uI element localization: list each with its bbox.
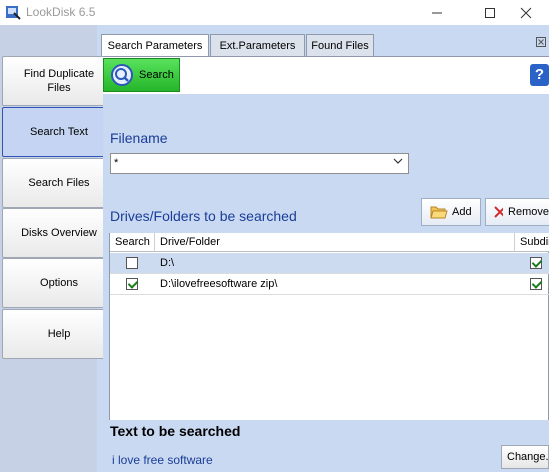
nav-options[interactable]: Options: [2, 258, 116, 308]
nav-search-files-label: Search Files: [28, 177, 90, 189]
column-header-subdirs[interactable]: Subdir: [515, 233, 549, 252]
tab-found-files[interactable]: Found Files: [306, 34, 374, 56]
nav-search-text[interactable]: Search Text: [2, 107, 116, 157]
nav-search-text-label: Search Text: [30, 126, 88, 138]
remove-icon: [494, 206, 504, 218]
search-icon: [111, 64, 133, 86]
nav-help-label: Help: [47, 328, 71, 340]
change-button-label: Change...: [507, 451, 549, 463]
close-icon: [520, 7, 532, 18]
folders-heading: Drives/Folders to be searched: [110, 208, 297, 224]
text-search-heading: Text to be searched: [110, 423, 241, 439]
remove-folder-button[interactable]: Remove: [485, 198, 549, 226]
row-subdirs-checkbox[interactable]: [530, 278, 542, 290]
row-folder-path: D:\ilovefreesoftware zip\: [160, 278, 278, 290]
window-title: LookDisk 6.5: [26, 5, 96, 19]
filename-value: *: [114, 157, 119, 169]
nav-search-files[interactable]: Search Files: [2, 158, 116, 208]
search-button-label: Search: [139, 69, 174, 81]
nav-find-duplicate-line2: Files: [47, 82, 71, 94]
add-folder-button[interactable]: Add: [421, 198, 481, 226]
filename-heading: Filename: [110, 130, 168, 146]
change-button[interactable]: Change...: [501, 445, 549, 469]
chevron-down-icon[interactable]: [393, 157, 403, 168]
tab-ext-parameters-label: Ext.Parameters: [219, 39, 296, 52]
table-row[interactable]: D:\ilovefreesoftware zip\: [110, 274, 549, 295]
nav-help[interactable]: Help: [2, 309, 116, 359]
text-search-value[interactable]: i love free software: [112, 453, 213, 467]
row-subdirs-checkbox[interactable]: [530, 257, 542, 269]
folder-open-icon: [430, 206, 448, 219]
search-button[interactable]: Search: [103, 58, 180, 92]
nav-disks-overview[interactable]: Disks Overview: [2, 208, 116, 258]
minimize-icon: [432, 12, 442, 13]
app-icon: [6, 6, 21, 20]
nav-options-label: Options: [40, 277, 78, 289]
nav-find-duplicate-files[interactable]: Find Duplicate Files: [2, 56, 116, 106]
row-folder-path: D:\: [160, 257, 175, 269]
row-search-checkbox[interactable]: [126, 257, 138, 269]
tab-found-files-label: Found Files: [311, 39, 369, 52]
add-label: Add: [452, 206, 472, 218]
remove-label: Remove: [508, 206, 549, 218]
minimize-button[interactable]: [414, 0, 460, 25]
nav-buttons: Find Duplicate Files Search Text Search F…: [0, 25, 118, 472]
help-icon[interactable]: ?: [530, 64, 549, 86]
maximize-icon: [485, 7, 495, 18]
tab-search-parameters-label: Search Parameters: [107, 39, 203, 52]
row-search-checkbox[interactable]: [126, 278, 138, 290]
close-window-button[interactable]: [503, 0, 549, 25]
tab-search-parameters[interactable]: Search Parameters: [101, 34, 209, 56]
column-header-search[interactable]: Search: [110, 233, 155, 252]
tab-ext-parameters[interactable]: Ext.Parameters: [210, 34, 305, 56]
column-header-drive-folder[interactable]: Drive/Folder: [155, 233, 515, 252]
filename-select[interactable]: [110, 153, 409, 174]
tab-close-button[interactable]: [536, 37, 548, 49]
nav-find-duplicate-line1: Find Duplicate: [23, 68, 95, 80]
close-tab-icon: [536, 37, 546, 47]
nav-disks-overview-label: Disks Overview: [21, 227, 97, 239]
table-row[interactable]: D:\: [110, 253, 549, 274]
